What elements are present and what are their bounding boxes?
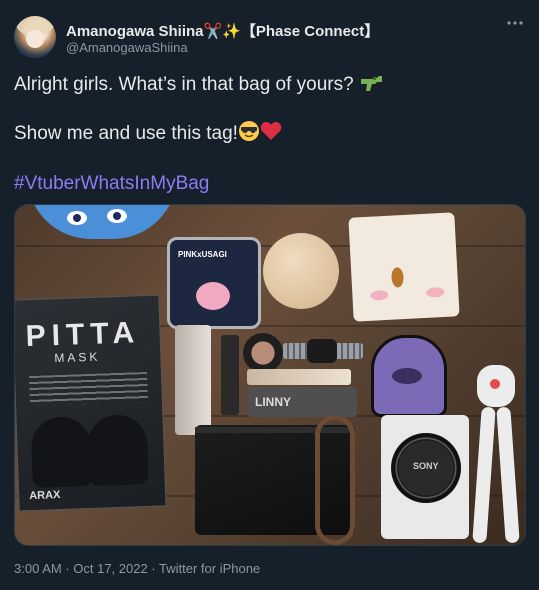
red-heart-icon xyxy=(260,120,282,149)
author-handle[interactable]: @AmanogawaShiina xyxy=(66,40,188,55)
author-name-emoji: ✂️✨ xyxy=(203,23,241,40)
beige-compact xyxy=(263,233,339,309)
lipstick xyxy=(221,335,239,415)
eyeshadow xyxy=(243,333,283,373)
camera-brand: SONY xyxy=(413,461,439,471)
water-gun-icon xyxy=(359,73,383,100)
more-icon[interactable] xyxy=(505,18,525,38)
tweet: Amanogawa Shiina✂️✨【Phase Connect】 @Aman… xyxy=(0,0,539,590)
author-name-row[interactable]: Amanogawa Shiina✂️✨【Phase Connect】 xyxy=(66,20,379,41)
tweet-line-2: Show me and use this tag! xyxy=(14,120,282,149)
avatar[interactable] xyxy=(14,16,56,58)
tweet-line-2-text: Show me and use this tag! xyxy=(14,123,238,144)
author-affiliation: 【Phase Connect】 xyxy=(240,23,380,40)
cool-face-icon xyxy=(238,120,260,149)
black-pouch xyxy=(195,415,355,545)
mirror-label: PINKxUSAGI xyxy=(178,250,227,259)
perfume-pen xyxy=(247,369,351,385)
tweet-line-1: Alright girls. What’s in that bag of you… xyxy=(14,73,383,100)
compact-mirror: PINKxUSAGI xyxy=(167,237,261,329)
mask-sub: MASK xyxy=(54,349,101,366)
author-name[interactable]: Amanogawa Shiina xyxy=(66,23,204,40)
wallet: LINNY xyxy=(247,387,357,417)
tweet-line-1-text: Alright girls. What’s in that bag of you… xyxy=(14,74,354,95)
watch xyxy=(283,339,363,363)
hashtag-link[interactable]: #VtuberWhatsInMyBag xyxy=(14,172,209,196)
avatar-face xyxy=(26,30,44,48)
blue-plush xyxy=(27,205,177,239)
tweet-photo[interactable]: PITTA MASK ARAX PINKxUSAGI LINNY SONY xyxy=(14,204,526,546)
mask-maker: ARAX xyxy=(29,489,61,503)
wallet-label: LINNY xyxy=(255,395,291,409)
ghost-charm xyxy=(371,335,447,417)
sony-camera: SONY xyxy=(381,415,469,539)
white-tripod xyxy=(472,365,520,544)
tweet-timestamp[interactable]: 3:00 AM · Oct 17, 2022 · Twitter for iPh… xyxy=(14,561,260,576)
mask-brand: PITTA xyxy=(25,316,141,354)
cream-pouch xyxy=(348,212,460,322)
mask-package: PITTA MASK ARAX xyxy=(15,294,167,512)
lip-gloss xyxy=(175,325,211,435)
